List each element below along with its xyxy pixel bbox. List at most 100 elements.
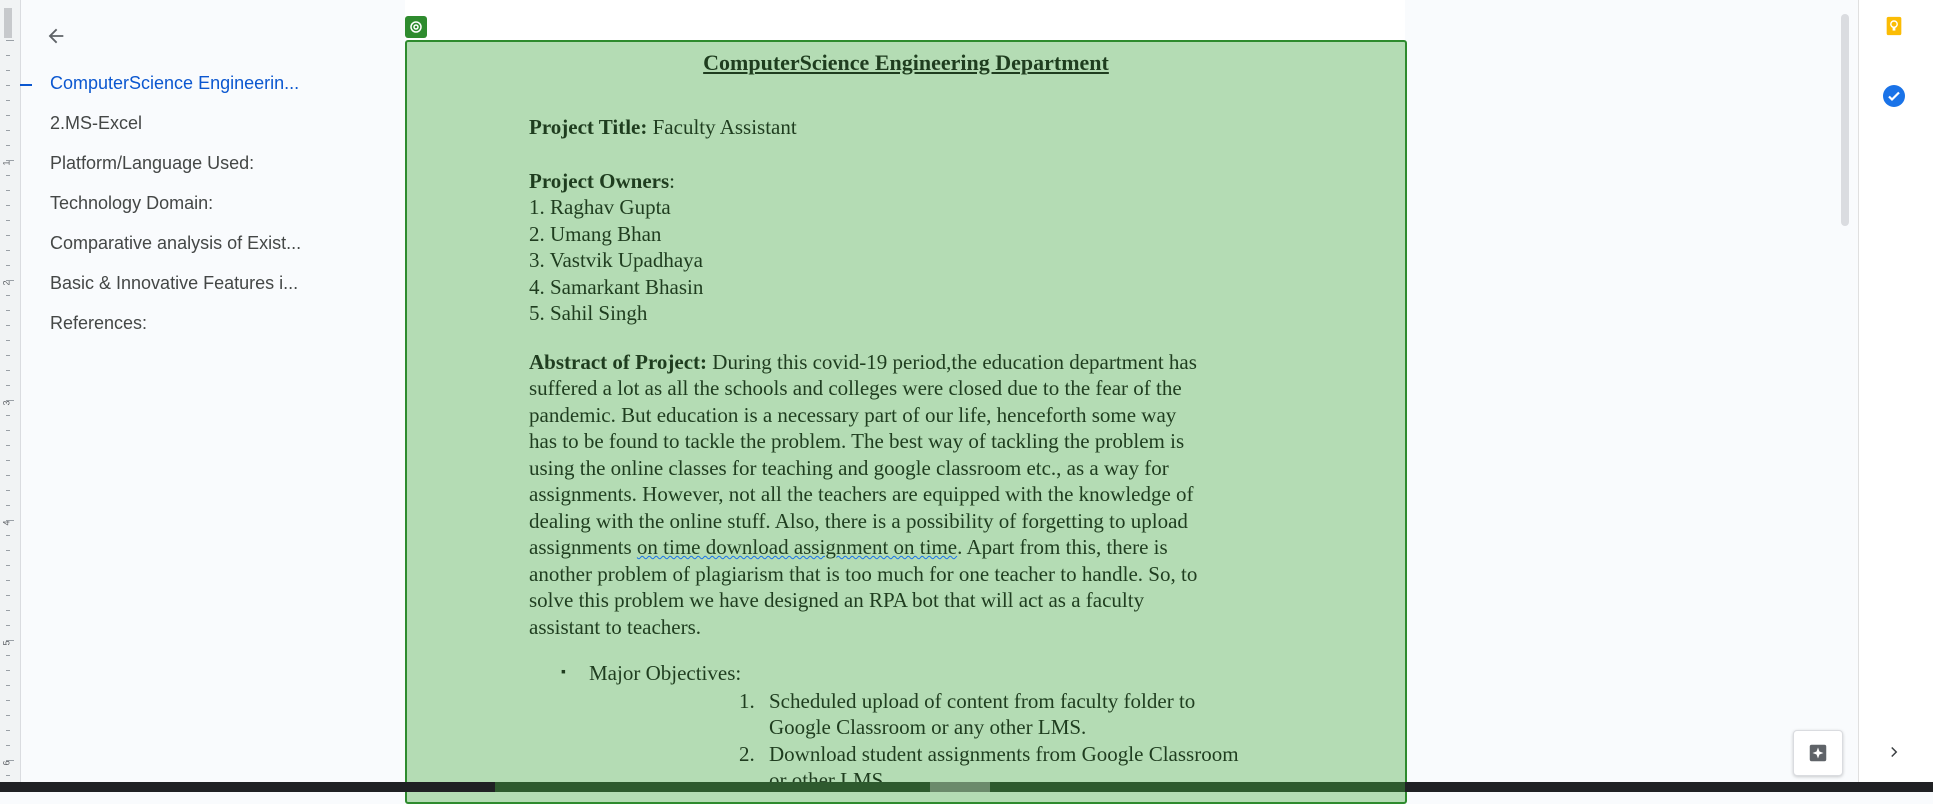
ruler-number: 4 [1, 520, 12, 526]
owner-item: 4. Samarkant Bhasin [529, 274, 704, 299]
ruler-tick [6, 130, 10, 131]
outline-item-technology-domain[interactable]: Technology Domain: [50, 193, 213, 214]
outline-item-comparative-analysis[interactable]: Comparative analysis of Exist... [50, 233, 301, 254]
ruler-tick [6, 55, 10, 56]
abstract-line: solve this problem we have designed an R… [529, 588, 1145, 612]
ruler-tick [6, 670, 10, 671]
owner-item: 2. Umang Bhan [529, 221, 662, 246]
ruler-margin[interactable] [4, 8, 12, 38]
ruler-tick [6, 760, 14, 761]
project-title-label: Project Title: [529, 115, 648, 139]
close-outline-button[interactable] [40, 20, 72, 52]
ruler-tick [6, 715, 10, 716]
ruler-tick [6, 700, 10, 701]
ruler-tick [6, 475, 10, 476]
ruler-tick [6, 460, 10, 461]
ruler-tick [6, 625, 10, 626]
abstract-line: using the online classes for teaching an… [529, 455, 1169, 480]
ruler-tick [6, 655, 10, 656]
document-outline: ComputerScience Engineerin... 2.MS-Excel… [20, 0, 405, 792]
page-top-margin [405, 0, 1405, 40]
ruler-tick [6, 355, 10, 356]
objective-item: 1. Scheduled upload of content from facu… [739, 688, 1196, 740]
owner-item: 1. Raghav Gupta [529, 195, 671, 219]
owners-heading: Project Owners: [529, 168, 675, 193]
outline-item-title[interactable]: ComputerScience Engineerin... [50, 73, 299, 94]
taskbar-segment [930, 782, 990, 792]
ruler-tick [6, 565, 10, 566]
ruler-tick [6, 535, 10, 536]
ruler-tick [6, 265, 10, 266]
ruler-tick [6, 85, 10, 86]
side-panel [1858, 0, 1933, 792]
abstract-line: Abstract of Project: During this covid-1… [529, 349, 1197, 374]
abstract-line: assignments. However, not all the teache… [529, 482, 1194, 506]
ruler-tick [6, 550, 10, 551]
ruler-tick [6, 400, 14, 401]
vertical-ruler: 1 2 3 4 5 6 [0, 0, 21, 792]
ruler-tick [6, 100, 10, 101]
taskbar-segment [990, 782, 1405, 792]
ruler-tick [6, 175, 10, 176]
ruler-number: 5 [1, 640, 12, 646]
ruler-tick [6, 580, 10, 581]
ruler-tick [6, 730, 10, 731]
ruler-tick [6, 430, 10, 431]
ruler-tick [6, 445, 10, 446]
bullet-item: ▪ Major Objectives: [561, 661, 742, 685]
doc-heading: ComputerScience Engineering Department [703, 50, 1109, 75]
ruler-tick [6, 340, 10, 341]
ruler-tick [6, 310, 10, 311]
abstract-line: another problem of plagiarism that is to… [529, 561, 1198, 586]
box-select-icon[interactable] [405, 16, 427, 38]
abstract-line: assistant to teachers. [529, 614, 702, 639]
ruler-tick [6, 370, 10, 371]
taskbar-segment [495, 782, 930, 792]
ruler-tick [6, 235, 10, 236]
explore-icon [1809, 744, 1827, 762]
ruler-number: 1 [1, 160, 12, 166]
bullet-square-icon: ▪ [561, 665, 566, 680]
explore-button[interactable] [1793, 730, 1843, 776]
scrollbar-thumb[interactable] [1841, 14, 1849, 226]
ruler-tick [6, 685, 10, 686]
owner-item: 3. Vastvik Upadhaya [529, 248, 703, 272]
active-heading-marker [20, 84, 32, 86]
ruler-number: 2 [1, 280, 12, 286]
ruler-tick [6, 505, 10, 506]
ruler-tick [6, 415, 10, 416]
ruler-tick [6, 385, 10, 386]
outline-item-references[interactable]: References: [50, 313, 147, 334]
hide-side-panel-button[interactable] [1878, 736, 1910, 768]
ruler-tick [6, 115, 10, 116]
ruler-tick [6, 325, 10, 326]
ruler-tick [6, 775, 10, 776]
keep-icon[interactable] [1878, 10, 1910, 42]
ruler-number: 6 [1, 760, 12, 766]
ruler-tick [6, 490, 10, 491]
document-text-box[interactable]: ComputerScience Engineering Department P… [405, 40, 1407, 804]
abstract-label: Abstract of Project: [529, 349, 708, 374]
outline-item-features[interactable]: Basic & Innovative Features i... [50, 273, 298, 294]
ruler-tick [6, 145, 10, 146]
abstract-line: dealing with the online stuff. Also, the… [529, 508, 1188, 533]
tasks-icon[interactable] [1878, 80, 1910, 112]
outline-item-platform[interactable]: Platform/Language Used: [50, 153, 254, 174]
ruler-tick [6, 595, 10, 596]
abstract-line: suffered a lot as all the schools and co… [529, 376, 1182, 400]
ruler-tick [6, 250, 10, 251]
project-title-line: Project Title: Faculty Assistant [529, 114, 1289, 141]
ruler-tick [6, 640, 14, 641]
ruler-tick [6, 520, 14, 521]
ruler-tick [6, 205, 10, 206]
owner-item: 5. Sahil Singh [529, 301, 648, 325]
outline-item-ms-excel[interactable]: 2.MS-Excel [50, 113, 142, 134]
spelling-suggestion[interactable]: on time download assignment on time [637, 535, 957, 559]
doc-body[interactable]: Project Title: Faculty Assistant Project… [529, 114, 1289, 794]
ruler-tick [6, 160, 14, 161]
abstract-line: assignments on time download assignment … [529, 535, 1168, 559]
ruler-number: 3 [1, 400, 12, 406]
ruler-tick [6, 40, 14, 41]
project-title-value: Faculty Assistant [647, 115, 797, 139]
ruler-tick [6, 190, 10, 191]
